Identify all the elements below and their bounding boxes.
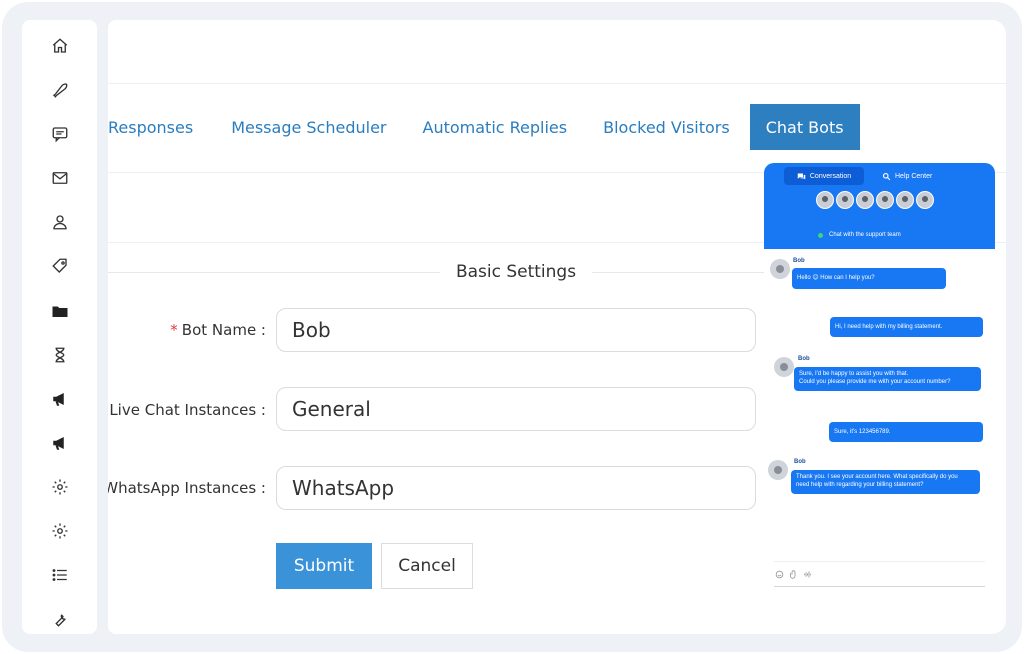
avatar xyxy=(896,191,914,209)
chat-widget-preview: Conversation Help Center Chat with the s… xyxy=(764,163,995,593)
chat-input-bar[interactable] xyxy=(774,561,985,587)
message-sender: Bob xyxy=(793,258,805,264)
chat-tab-help-center[interactable]: Help Center xyxy=(872,167,942,185)
tab-bar: Responses Message Scheduler Automatic Re… xyxy=(108,104,860,150)
support-status: Chat with the support team xyxy=(818,232,901,238)
avatar xyxy=(816,191,834,209)
bot-avatar xyxy=(768,460,788,480)
bot-name-label: * Bot Name : xyxy=(170,321,266,339)
app-frame: Responses Message Scheduler Automatic Re… xyxy=(2,2,1022,652)
avatar xyxy=(916,191,934,209)
user-icon[interactable] xyxy=(46,208,74,236)
tab-automatic-replies[interactable]: Automatic Replies xyxy=(423,104,568,150)
wrench-icon[interactable] xyxy=(46,605,74,633)
live-chat-instances-label: Live Chat Instances : xyxy=(109,401,266,419)
gear-icon[interactable] xyxy=(46,517,74,545)
phone-icon[interactable] xyxy=(46,76,74,104)
bot-avatar xyxy=(770,259,790,279)
megaphone-icon[interactable] xyxy=(46,429,74,457)
bot-message: Hello 😊 How can I help you? xyxy=(792,268,946,289)
avatar xyxy=(876,191,894,209)
required-mark: * xyxy=(170,321,178,339)
chat-bubbles-icon xyxy=(797,173,806,179)
list-icon[interactable] xyxy=(46,561,74,589)
hourglass-icon[interactable] xyxy=(46,341,74,369)
search-icon xyxy=(882,172,891,180)
bot-name-input[interactable]: Bob xyxy=(276,308,756,352)
tag-icon[interactable] xyxy=(46,252,74,280)
tab-responses[interactable]: Responses xyxy=(108,104,193,150)
avatar xyxy=(856,191,874,209)
agent-avatars xyxy=(816,191,934,209)
whatsapp-instances-label: WhatsApp Instances : xyxy=(108,479,266,497)
bot-message: Sure, I'd be happy to assist you with th… xyxy=(794,367,981,391)
section-title-text: Basic Settings xyxy=(455,262,577,282)
folder-icon[interactable] xyxy=(46,297,74,325)
tab-message-scheduler[interactable]: Message Scheduler xyxy=(231,104,386,150)
sidebar xyxy=(22,20,97,634)
voice-icon[interactable] xyxy=(802,569,812,579)
gear-icon[interactable] xyxy=(46,473,74,501)
online-dot xyxy=(818,232,823,238)
user-message: Hi, I need help with my billing statemen… xyxy=(830,317,983,337)
submit-button[interactable]: Submit xyxy=(276,543,372,589)
divider xyxy=(108,271,440,273)
cancel-button[interactable]: Cancel xyxy=(381,543,473,589)
bot-avatar xyxy=(774,357,794,377)
message-sender: Bob xyxy=(794,459,806,465)
divider xyxy=(108,83,1006,84)
megaphone-icon[interactable] xyxy=(46,385,74,413)
user-message: Sure, it's 123456789. xyxy=(829,422,983,442)
chat-tab-conversation[interactable]: Conversation xyxy=(784,167,864,185)
whatsapp-instances-input[interactable]: WhatsApp xyxy=(276,466,756,510)
emoji-icon[interactable] xyxy=(774,569,784,579)
live-chat-instances-input[interactable]: General xyxy=(276,387,756,431)
attachment-icon[interactable] xyxy=(788,569,798,579)
tab-blocked-visitors[interactable]: Blocked Visitors xyxy=(603,104,730,150)
chat-icon[interactable] xyxy=(46,120,74,148)
bot-message: Thank you. I see your account here. What… xyxy=(791,470,980,494)
tab-chat-bots[interactable]: Chat Bots xyxy=(749,104,860,150)
chat-header: Conversation Help Center Chat with the s… xyxy=(764,163,995,249)
mail-icon[interactable] xyxy=(46,164,74,192)
avatar xyxy=(836,191,854,209)
message-sender: Bob xyxy=(798,356,810,362)
home-icon[interactable] xyxy=(46,32,74,60)
